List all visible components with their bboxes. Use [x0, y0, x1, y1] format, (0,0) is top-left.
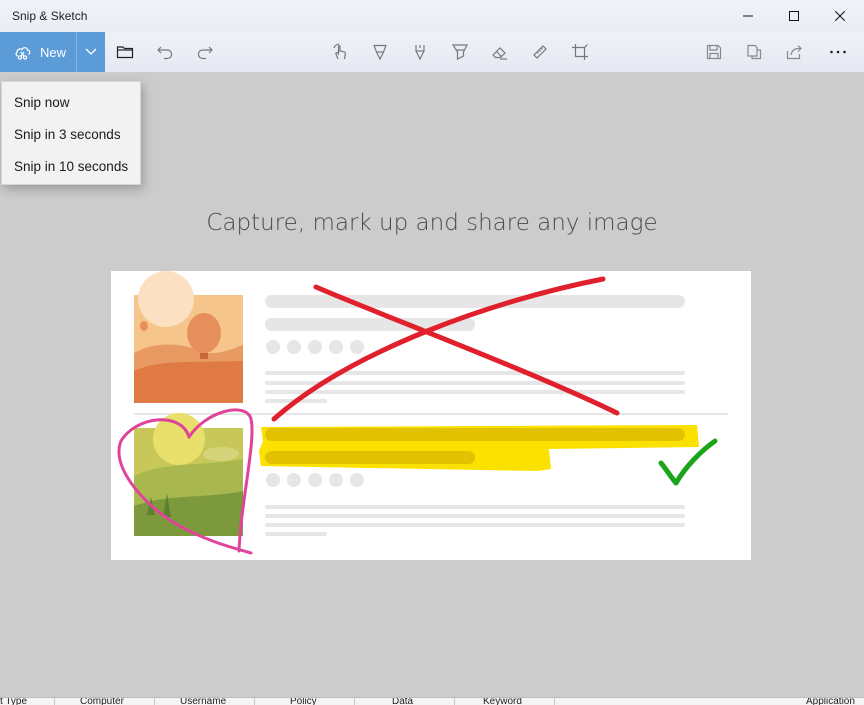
close-button[interactable]: [817, 0, 863, 32]
pencil-icon: [415, 45, 425, 61]
touch-writing-button[interactable]: [328, 40, 352, 64]
save-icon: [706, 44, 722, 60]
see-more-button[interactable]: [826, 40, 850, 64]
column-header: t Type: [0, 697, 28, 705]
share-button[interactable]: [782, 40, 806, 64]
minimize-icon: [743, 15, 753, 17]
copy-button[interactable]: [742, 40, 766, 64]
redo-button[interactable]: [193, 40, 217, 64]
menu-item-snip-10-seconds[interactable]: Snip in 10 seconds: [2, 150, 140, 182]
canvas-headline: Capture, mark up and share any image: [206, 210, 658, 236]
ruler-button[interactable]: [528, 40, 552, 64]
new-button-label: New: [40, 44, 67, 60]
illustration-graphic: [117, 271, 728, 555]
balloon-image: [134, 271, 243, 403]
background-table-header: t Type Computer Username Policy Data Key…: [0, 697, 864, 705]
menu-item-snip-3-seconds[interactable]: Snip in 3 seconds: [2, 118, 140, 150]
highlighter-button[interactable]: [448, 40, 472, 64]
app-title: Snip & Sketch: [12, 9, 88, 23]
new-snip-menu: Snip now Snip in 3 seconds Snip in 10 se…: [1, 81, 141, 185]
ruler-icon: [533, 45, 547, 59]
hills-image: [134, 413, 243, 536]
welcome-illustration: [111, 271, 751, 560]
column-header: Computer: [80, 697, 124, 705]
eraser-icon: [492, 47, 507, 60]
new-button-main[interactable]: New: [0, 32, 76, 72]
minimize-button[interactable]: [725, 0, 771, 32]
maximize-icon: [789, 11, 799, 21]
column-header: Username: [180, 697, 227, 705]
maximize-button[interactable]: [771, 0, 817, 32]
undo-button[interactable]: [153, 40, 177, 64]
touch-writing-icon: [333, 43, 346, 60]
column-header: Keyword: [483, 697, 522, 705]
crop-icon: [572, 44, 588, 60]
redo-icon: [197, 46, 213, 60]
ballpoint-pen-icon: [373, 44, 387, 61]
open-file-button[interactable]: [113, 40, 137, 64]
snip-sketch-window: Snip & Sketch New Capture, mark up and s…: [0, 0, 864, 697]
column-header: Policy: [290, 697, 317, 705]
menu-item-snip-now[interactable]: Snip now: [2, 86, 140, 118]
eraser-button[interactable]: [488, 40, 512, 64]
ballpoint-pen-button[interactable]: [368, 40, 392, 64]
new-dropdown-toggle[interactable]: [76, 32, 105, 72]
save-button[interactable]: [702, 40, 726, 64]
copy-icon: [747, 44, 762, 60]
snip-icon: [15, 47, 31, 60]
title-bar: Snip & Sketch: [0, 0, 864, 32]
column-header: Data: [392, 697, 414, 705]
column-header: Application: [806, 697, 855, 705]
new-snip-button[interactable]: New: [0, 32, 105, 72]
chevron-down-icon: [85, 48, 97, 55]
toolbar: New: [0, 32, 864, 72]
close-icon: [835, 11, 845, 21]
more-icon: [830, 50, 846, 54]
undo-icon: [157, 46, 173, 60]
crop-button[interactable]: [568, 40, 592, 64]
pencil-button[interactable]: [408, 40, 432, 64]
highlighter-icon: [451, 44, 468, 60]
share-icon: [786, 45, 802, 60]
open-folder-icon: [116, 46, 134, 59]
